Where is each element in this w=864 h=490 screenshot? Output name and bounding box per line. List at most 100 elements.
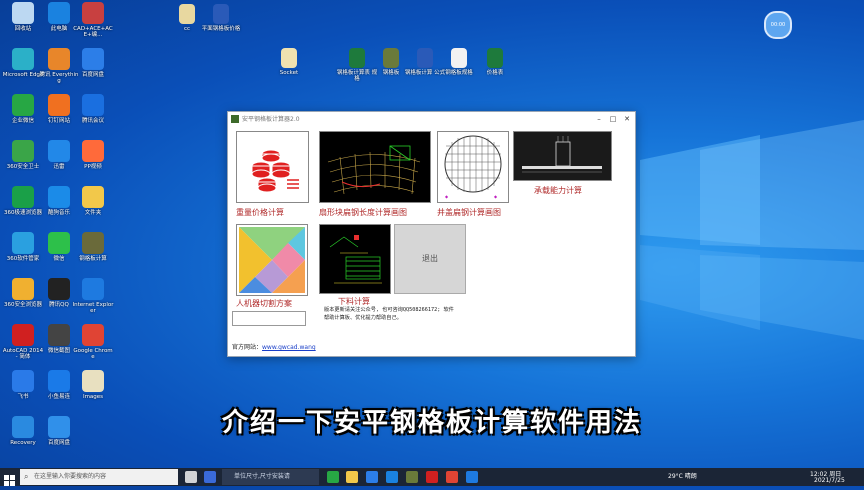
desktop-icon[interactable]: PP视频 xyxy=(72,140,114,170)
load-capacity-caption: 承载能力计算 xyxy=(534,186,582,195)
file-icon xyxy=(349,48,365,68)
manhole-grid-icon: ◆ ◆ xyxy=(444,135,502,199)
manhole-tile[interactable]: ◆ ◆ xyxy=(437,131,509,203)
close-button[interactable]: ✕ xyxy=(620,112,634,126)
desktop-app-icon xyxy=(82,140,104,162)
desktop-icon-label: Internet Explorer xyxy=(72,302,114,315)
input-field[interactable] xyxy=(232,311,306,326)
website-label: 官方网站： xyxy=(232,344,263,351)
autocad-icon[interactable] xyxy=(426,471,438,483)
desktop-app-icon xyxy=(48,2,70,24)
desktop-icon[interactable]: 钢格板计算 xyxy=(72,232,114,262)
app-icon xyxy=(231,115,239,123)
file-icon xyxy=(417,48,433,68)
desktop-app-icon xyxy=(12,2,34,24)
desktop-app-icon xyxy=(82,370,104,392)
weight-price-caption: 重量价格计算 xyxy=(236,208,284,217)
app-icon-blue[interactable] xyxy=(386,471,398,483)
blanking-caption: 下料计算 xyxy=(338,297,370,306)
windows-logo-icon xyxy=(4,475,15,486)
info-note-line1: 版本更新请关注公众号, 也可咨询QQ508266172; 软件 xyxy=(324,307,454,313)
taskbar-search-input[interactable]: 在这里输入你要搜索的内容 xyxy=(20,469,178,485)
desktop-app-icon xyxy=(48,140,70,162)
desktop-icon[interactable]: Images xyxy=(72,370,114,400)
website-link[interactable]: www.gwcad.wang xyxy=(262,344,316,351)
file-icon xyxy=(281,48,297,68)
fan-block-tile[interactable] xyxy=(319,131,431,203)
file-icon xyxy=(487,48,503,68)
desktop-app-icon xyxy=(82,232,104,254)
desktop-icon-label: Google Chrome xyxy=(73,348,113,361)
desktop-icon-label: 价格表 xyxy=(486,70,504,76)
taskbar-app-search[interactable]: 单位尺寸,尺寸安装请 xyxy=(222,469,319,485)
svg-text:◆: ◆ xyxy=(494,194,498,199)
desktop-icon[interactable]: CAD+ACE+ACE+编... xyxy=(72,2,114,39)
taskbar-app-icon[interactable] xyxy=(204,471,216,483)
weather-text[interactable]: 29°C 晴朗 xyxy=(668,471,697,480)
blanking-drawing-icon xyxy=(329,235,382,284)
desktop-app-icon xyxy=(12,140,34,162)
blanking-tile[interactable] xyxy=(319,224,391,294)
desktop-icon[interactable]: 文件夹 xyxy=(72,186,114,216)
browser-icon[interactable] xyxy=(366,471,378,483)
desktop-icon-label: 文件夹 xyxy=(84,210,102,216)
maximize-button[interactable]: □ xyxy=(606,112,620,126)
desktop-app-icon xyxy=(12,94,34,116)
desktop-icon[interactable]: Internet Explorer xyxy=(72,278,114,315)
desktop-app-icon xyxy=(82,324,104,346)
desktop-icon-label: 钢格板计算 xyxy=(79,256,107,262)
cutting-plan-caption: 人机器切割方案 xyxy=(236,299,292,308)
load-capacity-tile[interactable] xyxy=(513,131,612,181)
app-icon-ie[interactable] xyxy=(466,471,478,483)
desktop-file-icon[interactable]: 价格表 xyxy=(474,48,516,76)
desktop-app-icon xyxy=(82,186,104,208)
desktop-icon-label: Socket xyxy=(279,70,299,76)
record-timer-button[interactable]: 00:00 xyxy=(764,11,792,39)
desktop-app-icon xyxy=(12,48,34,70)
video-subtitle: 介绍一下安平钢格板计算软件用法 xyxy=(221,408,642,438)
weight-price-tile[interactable] xyxy=(236,131,309,203)
chrome-icon[interactable] xyxy=(446,471,458,483)
desktop-app-icon xyxy=(48,186,70,208)
desktop-file-icon[interactable]: Socket xyxy=(268,48,310,76)
file-icon xyxy=(179,4,195,24)
desktop-app-icon xyxy=(48,94,70,116)
desktop-app-icon xyxy=(12,278,34,300)
window-title: 安平钢格板计算器2.0 xyxy=(242,116,300,123)
desktop-icon-label: 腾讯会议 xyxy=(81,118,104,124)
desktop-icon[interactable]: 腾讯会议 xyxy=(72,94,114,124)
beam-load-icon xyxy=(522,136,602,173)
desktop-app-icon xyxy=(48,232,70,254)
desktop-app-icon xyxy=(82,48,104,70)
desktop-app-icon xyxy=(82,278,104,300)
desktop-icon[interactable]: 百度网盘 xyxy=(72,48,114,78)
desktop-icon[interactable]: Google Chrome xyxy=(72,324,114,361)
desktop-icon-label: 百度网盘 xyxy=(47,440,70,446)
task-view-icon[interactable] xyxy=(185,471,197,483)
window-titlebar[interactable]: 安平钢格板计算器2.0 – □ ✕ xyxy=(228,112,635,126)
fan-block-caption: 扇形块扁钢长度计算画图 xyxy=(319,208,407,217)
folder-icon[interactable] xyxy=(346,471,358,483)
minimize-button[interactable]: – xyxy=(592,112,606,126)
cutting-plan-tile[interactable] xyxy=(236,224,308,296)
fan-drawing-icon xyxy=(327,145,421,195)
exit-button[interactable]: 退出 xyxy=(394,224,466,294)
desktop-app-icon xyxy=(48,370,70,392)
wechat-icon[interactable] xyxy=(327,471,339,483)
file-icon xyxy=(451,48,467,68)
desktop-app-icon xyxy=(48,48,70,70)
desktop-app-icon xyxy=(12,324,34,346)
desktop-icon-label: Images xyxy=(82,394,104,400)
desktop-icon-label: 平面钢格板价格 xyxy=(201,26,241,32)
calculator-app-icon[interactable] xyxy=(406,471,418,483)
calculator-window: 安平钢格板计算器2.0 – □ ✕ 重量价格计算 扇形块扁钢长度计算画图 ◆ ◆… xyxy=(227,111,636,357)
svg-text:◆: ◆ xyxy=(445,194,449,199)
clock-date[interactable]: 2021/7/25 xyxy=(814,477,845,484)
desktop-app-icon xyxy=(48,278,70,300)
start-button[interactable] xyxy=(4,471,15,486)
desktop-icon-label: 百度网盘 xyxy=(81,72,104,78)
desktop-file-icon[interactable]: 平面钢格板价格 xyxy=(200,4,242,32)
tangram-icon xyxy=(239,227,305,293)
file-icon xyxy=(213,4,229,24)
desktop-app-icon xyxy=(12,186,34,208)
